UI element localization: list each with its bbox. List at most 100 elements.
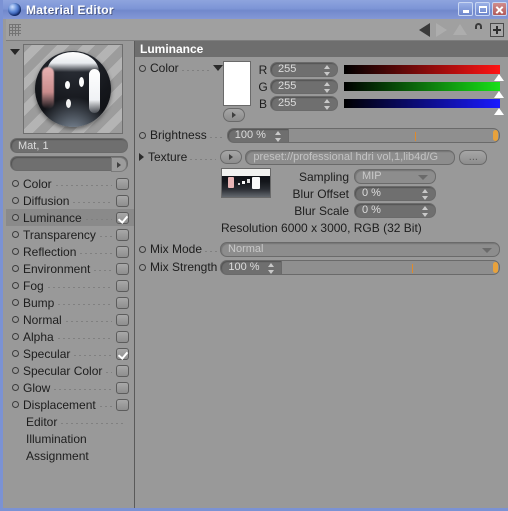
collapse-triangle-icon[interactable] (10, 49, 20, 55)
dot-leader (74, 349, 112, 358)
group-header: Luminance (135, 41, 508, 57)
material-editor-window: Material Editor Mat, 1 Color Diffusion L… (0, 0, 508, 511)
sampling-dropdown[interactable]: MIP (354, 169, 436, 184)
texture-path-input[interactable]: preset://professional hdri vol,1,lib4d/G (245, 149, 456, 165)
r-value-input[interactable]: 255 (270, 62, 338, 77)
section-label: Assignment (26, 448, 89, 463)
b-slider-marker[interactable] (494, 108, 504, 115)
material-secondary-input[interactable] (10, 156, 128, 172)
material-sphere-icon (8, 3, 21, 16)
mix-mode-label: Mix Mode (150, 242, 203, 256)
blur-scale-spinner-icon[interactable] (422, 206, 429, 217)
channel-item-reflection[interactable]: Reflection (6, 243, 134, 260)
brightness-input[interactable]: 100 % (226, 127, 289, 143)
drag-grip-icon[interactable] (9, 23, 21, 36)
channel-checkbox[interactable] (116, 279, 129, 292)
r-slider-marker[interactable] (494, 74, 504, 81)
material-preview[interactable] (23, 44, 123, 134)
mix-strength-slider-handle[interactable] (493, 261, 498, 273)
r-gradient-wrap[interactable] (344, 65, 504, 81)
b-gradient-wrap[interactable] (344, 99, 504, 115)
unlocked-padlock-icon[interactable] (473, 23, 484, 71)
channel-checkbox[interactable] (116, 381, 129, 394)
channel-checkbox[interactable] (116, 228, 129, 241)
channel-item-specular[interactable]: Specular (6, 345, 134, 362)
channel-checkbox[interactable] (116, 194, 129, 207)
plus-icon[interactable] (490, 22, 504, 37)
mix-strength-input[interactable]: 100 % (220, 259, 283, 275)
channel-item-displacement[interactable]: Displacement (6, 396, 134, 413)
channel-item-diffusion[interactable]: Diffusion (6, 192, 134, 209)
r-spinner-icon[interactable] (324, 65, 331, 76)
channel-item-color[interactable]: Color (6, 175, 134, 192)
section-item-illumination[interactable]: Illumination (6, 430, 134, 447)
channel-checkbox[interactable] (116, 211, 129, 224)
brightness-slider-handle[interactable] (493, 129, 498, 141)
channel-checkbox[interactable] (116, 313, 129, 326)
channel-item-alpha[interactable]: Alpha (6, 328, 134, 345)
channel-item-normal[interactable]: Normal (6, 311, 134, 328)
g-slider-marker[interactable] (494, 91, 504, 98)
brightness-spinner-icon[interactable] (274, 130, 282, 142)
dot-leader (57, 332, 112, 341)
color-bullet-icon (139, 64, 146, 72)
channel-item-environment[interactable]: Environment (6, 260, 134, 277)
back-arrow-icon[interactable] (419, 22, 430, 37)
section-item-editor[interactable]: Editor (6, 413, 134, 430)
maximize-button[interactable] (475, 2, 490, 16)
channel-checkbox[interactable] (116, 398, 129, 411)
texture-thumbnail[interactable] (221, 168, 271, 198)
color-swatch[interactable] (223, 61, 251, 106)
g-gradient-wrap[interactable] (344, 82, 504, 98)
channel-checkbox[interactable] (116, 296, 129, 309)
blur-offset-input[interactable]: 0 % (354, 186, 436, 201)
channel-checkbox[interactable] (116, 364, 129, 377)
mix-strength-label: Mix Strength (150, 260, 218, 274)
channel-item-bump[interactable]: Bump (6, 294, 134, 311)
channel-checkbox[interactable] (116, 177, 129, 190)
mix-strength-bullet-icon (139, 263, 146, 271)
dot-leader (106, 366, 112, 375)
title-bar[interactable]: Material Editor (3, 0, 508, 19)
b-value-input[interactable]: 255 (270, 96, 338, 111)
channel-checkbox[interactable] (116, 347, 129, 360)
texture-label-wrap[interactable]: Texture (139, 150, 187, 164)
mix-mode-dropdown[interactable]: Normal (220, 241, 500, 257)
channel-checkbox[interactable] (116, 245, 129, 258)
open-arrow-icon[interactable] (111, 157, 127, 172)
channel-item-luminance[interactable]: Luminance (6, 209, 134, 226)
minimize-button[interactable] (458, 2, 473, 16)
channel-item-specular-color[interactable]: Specular Color (6, 362, 134, 379)
mix-mode-label-wrap: Mix Mode (139, 242, 202, 256)
channel-bullet-icon (12, 214, 19, 221)
color-expand-icon[interactable] (213, 65, 223, 71)
close-button[interactable] (492, 2, 507, 16)
brightness-slider-tick (414, 131, 416, 141)
texture-menu-button[interactable] (220, 150, 243, 164)
channel-bullet-icon (12, 231, 19, 238)
g-value-input[interactable]: 255 (270, 79, 338, 94)
texture-browse-button[interactable]: ... (459, 149, 488, 165)
texture-expand-icon[interactable] (139, 153, 144, 161)
blur-offset-spinner-icon[interactable] (422, 189, 429, 200)
brightness-label: Brightness (150, 128, 207, 142)
channel-bullet-icon (12, 367, 19, 374)
channel-checkbox[interactable] (116, 262, 129, 275)
channel-item-glow[interactable]: Glow (6, 379, 134, 396)
dot-leader (94, 264, 112, 273)
channel-checkbox[interactable] (116, 330, 129, 343)
section-item-assignment[interactable]: Assignment (6, 447, 134, 464)
mix-strength-spinner-icon[interactable] (268, 262, 275, 274)
sampling-label: Sampling (298, 169, 349, 184)
color-picker-button[interactable] (223, 108, 245, 122)
blur-scale-input[interactable]: 0 % (354, 203, 436, 218)
b-spinner-icon[interactable] (324, 99, 331, 110)
dot-leader (209, 130, 224, 140)
mix-strength-slider[interactable] (281, 259, 500, 275)
mix-strength-slider-tick (412, 263, 414, 273)
material-name-input[interactable]: Mat, 1 (10, 138, 128, 153)
channel-item-transparency[interactable]: Transparency (6, 226, 134, 243)
channel-item-fog[interactable]: Fog (6, 277, 134, 294)
g-spinner-icon[interactable] (324, 82, 331, 93)
brightness-slider[interactable] (287, 127, 500, 143)
